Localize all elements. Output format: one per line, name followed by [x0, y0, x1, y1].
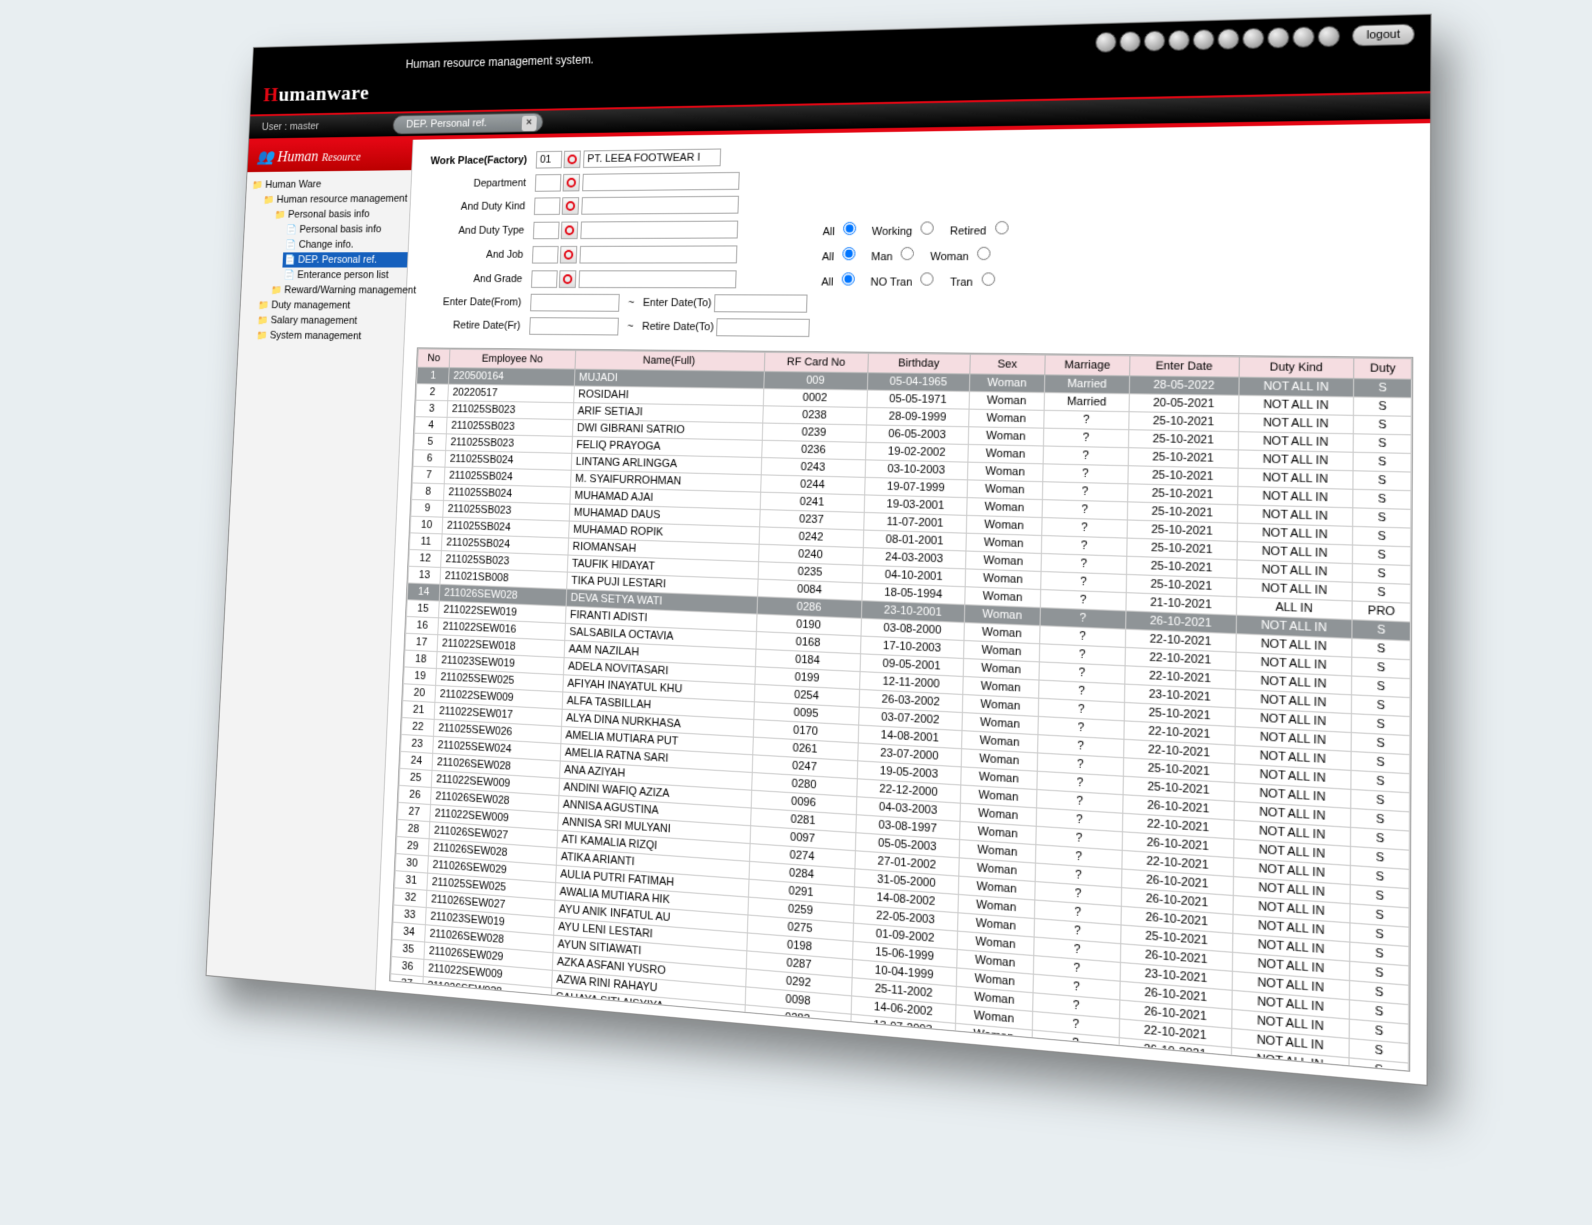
dutykind-code-input[interactable] — [534, 198, 561, 216]
col-enter-date[interactable]: Enter Date — [1130, 356, 1239, 377]
dutytype-picker-icon[interactable] — [561, 221, 578, 239]
col-sex[interactable]: Sex — [970, 355, 1045, 376]
nav-tree: Human WareHuman resource managementPerso… — [239, 170, 412, 344]
status-radio-row: All Working Retired — [818, 216, 1026, 240]
grade-code-input[interactable] — [531, 270, 558, 288]
workplace-picker-icon[interactable] — [564, 151, 581, 169]
filter-panel: Work Place(Factory) Department — [417, 134, 1414, 346]
col-duty[interactable]: Duty — [1354, 358, 1411, 379]
toolbar-icon-8[interactable] — [1267, 27, 1289, 48]
user-label: User : master — [261, 119, 393, 133]
toolbar-icon-10[interactable] — [1318, 26, 1340, 48]
enter-to-input[interactable] — [714, 295, 808, 313]
main-panel: Work Place(Factory) Department — [376, 123, 1430, 1085]
brand-rest: umanware — [278, 80, 370, 105]
col-employee-no[interactable]: Employee No — [450, 349, 576, 369]
brand-accent: H — [263, 82, 279, 106]
tree-item-change-info-[interactable]: Change info. — [283, 237, 408, 253]
sidebar-header: 👥 Human Resource — [247, 140, 412, 172]
tree-folder-personal-basis-info[interactable]: Personal basis info — [273, 206, 410, 222]
retire-to-label: Retire Date(To) — [642, 321, 714, 333]
sex-radio-row: All Man Woman — [818, 242, 1026, 266]
toolbar-icon-9[interactable] — [1292, 26, 1314, 47]
tilde-2: ~ — [621, 321, 639, 333]
radio-sex-man[interactable]: Man — [871, 251, 917, 263]
employee-grid[interactable]: NoEmployee NoName(Full)RF Card NoBirthda… — [389, 348, 1413, 1072]
col-birthday[interactable]: Birthday — [868, 354, 971, 375]
toolbar-icon-5[interactable] — [1193, 29, 1215, 50]
tree-folder-duty-management[interactable]: Duty management — [256, 298, 406, 314]
breadcrumb-tab[interactable]: DEP. Personal ref. × — [392, 113, 543, 135]
department-label: Department — [425, 173, 530, 195]
toolbar-icon-3[interactable] — [1144, 30, 1166, 51]
toolbar-icon-2[interactable] — [1119, 31, 1140, 52]
dutytype-label: And Duty Type — [423, 219, 528, 242]
tree-item-dep-personal-ref-[interactable]: DEP. Personal ref. — [282, 252, 407, 267]
dutykind-name-input[interactable] — [582, 196, 740, 215]
col-no[interactable]: No — [417, 349, 450, 368]
workplace-name-input[interactable] — [583, 148, 721, 167]
tree-root-item[interactable]: Human Ware — [250, 176, 411, 193]
radio-tran-all[interactable]: All — [821, 277, 858, 289]
grade-label: And Grade — [421, 268, 526, 290]
radio-notran[interactable]: NO Tran — [870, 277, 937, 289]
job-picker-icon[interactable] — [560, 246, 577, 264]
subtitle: Human resource management system. — [405, 53, 594, 71]
toolbar-icon-7[interactable] — [1242, 28, 1264, 49]
radio-sex-all[interactable]: All — [822, 251, 858, 263]
tree-item-enterance-person-list[interactable]: Enterance person list — [282, 267, 407, 282]
toolbar-icon-1[interactable] — [1095, 32, 1116, 53]
workplace-code-input[interactable] — [536, 151, 563, 169]
dutykind-label: And Duty Kind — [424, 196, 529, 218]
workplace-label: Work Place(Factory) — [426, 149, 531, 172]
retire-from-label: Retire Date(Fr) — [419, 315, 524, 337]
department-picker-icon[interactable] — [563, 174, 580, 192]
tran-radio-row: All NO Tran Tran — [817, 268, 1025, 292]
col-rf-card-no[interactable]: RF Card No — [764, 353, 868, 373]
tree-folder-system-management[interactable]: System management — [254, 328, 404, 345]
radio-tran[interactable]: Tran — [950, 277, 998, 289]
col-name-full-[interactable]: Name(Full) — [575, 351, 765, 372]
tree-item-personal-basis-info[interactable]: Personal basis info — [284, 222, 409, 238]
dutytype-code-input[interactable] — [533, 221, 560, 239]
tree-folder-reward-warning-management[interactable]: Reward/Warning management — [269, 283, 407, 299]
grade-name-input[interactable] — [579, 270, 737, 288]
radio-status-all[interactable]: All — [822, 226, 858, 238]
dutytype-name-input[interactable] — [581, 220, 739, 239]
tree-folder-salary-management[interactable]: Salary management — [255, 313, 405, 329]
job-name-input[interactable] — [580, 245, 738, 263]
tree-folder-human-resource-management[interactable]: Human resource management — [261, 191, 410, 207]
toolbar-icon-4[interactable] — [1168, 30, 1190, 51]
enter-to-label: Enter Date(To) — [643, 297, 712, 309]
retire-from-input[interactable] — [529, 317, 619, 335]
brand: Humanware — [263, 80, 370, 107]
dutykind-picker-icon[interactable] — [562, 197, 579, 215]
sidebar-title-main: Human — [277, 149, 319, 166]
radio-status-working[interactable]: Working — [872, 226, 937, 238]
people-icon: 👥 — [256, 149, 274, 165]
col-duty-kind[interactable]: Duty Kind — [1239, 357, 1355, 379]
tilde-1: ~ — [622, 297, 640, 309]
radio-status-retired[interactable]: Retired — [950, 225, 1011, 238]
department-name-input[interactable] — [582, 172, 740, 191]
department-code-input[interactable] — [535, 174, 562, 192]
job-label: And Job — [422, 243, 527, 265]
body: 👥 Human Resource Human WareHuman resourc… — [206, 123, 1430, 1085]
close-tab-icon[interactable]: × — [521, 116, 536, 132]
breadcrumb-label: DEP. Personal ref. — [406, 117, 487, 130]
logout-button[interactable]: logout — [1352, 24, 1415, 47]
sidebar-title-sub: Resource — [321, 150, 360, 164]
col-marriage[interactable]: Marriage — [1045, 355, 1131, 376]
retire-to-input[interactable] — [716, 319, 810, 338]
toolbar-icons: logout — [1095, 24, 1415, 53]
job-code-input[interactable] — [532, 246, 559, 264]
app-window: Humanware Human resource management syst… — [206, 14, 1432, 1087]
toolbar-icon-6[interactable] — [1217, 28, 1239, 49]
radio-sex-woman[interactable]: Woman — [930, 251, 994, 263]
grade-picker-icon[interactable] — [559, 270, 576, 288]
enter-from-input[interactable] — [530, 294, 620, 312]
enter-from-label: Enter Date(From) — [420, 292, 525, 314]
